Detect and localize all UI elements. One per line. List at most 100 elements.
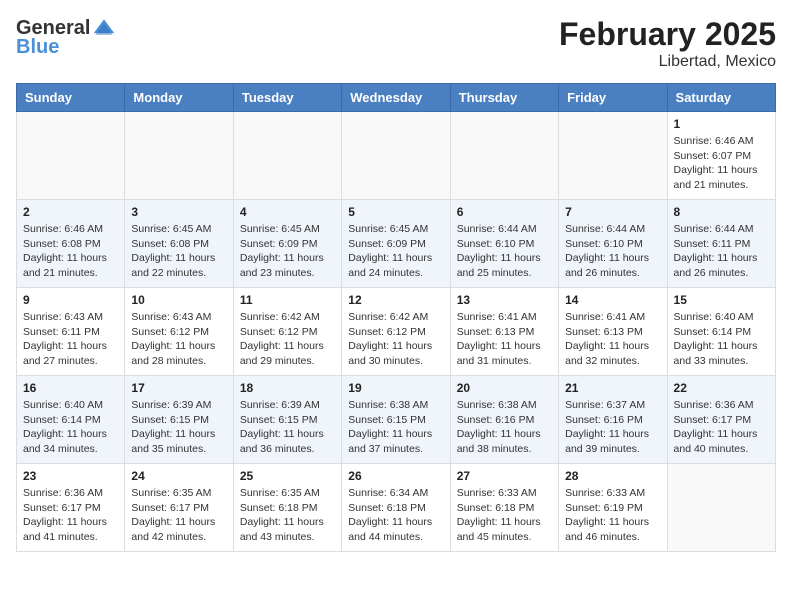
week-row-2: 2 Sunrise: 6:46 AM Sunset: 6:08 PM Daylig… bbox=[17, 200, 776, 288]
day-info: Sunrise: 6:34 AM Sunset: 6:18 PM Dayligh… bbox=[348, 486, 443, 545]
day-number: 5 bbox=[348, 205, 443, 219]
logo-blue: Blue bbox=[16, 36, 116, 58]
day-cell-6: 6 Sunrise: 6:44 AM Sunset: 6:10 PM Daylig… bbox=[450, 200, 558, 288]
day-info: Sunrise: 6:44 AM Sunset: 6:11 PM Dayligh… bbox=[674, 222, 769, 281]
day-cell-8: 8 Sunrise: 6:44 AM Sunset: 6:11 PM Daylig… bbox=[667, 200, 775, 288]
day-number: 24 bbox=[131, 469, 226, 483]
day-info: Sunrise: 6:40 AM Sunset: 6:14 PM Dayligh… bbox=[23, 398, 118, 457]
empty-cell bbox=[342, 112, 450, 200]
day-cell-10: 10Sunrise: 6:43 AM Sunset: 6:12 PM Dayli… bbox=[125, 288, 233, 376]
empty-cell bbox=[233, 112, 341, 200]
day-number: 8 bbox=[674, 205, 769, 219]
day-info: Sunrise: 6:35 AM Sunset: 6:17 PM Dayligh… bbox=[131, 486, 226, 545]
day-number: 19 bbox=[348, 381, 443, 395]
day-number: 14 bbox=[565, 293, 660, 307]
day-info: Sunrise: 6:36 AM Sunset: 6:17 PM Dayligh… bbox=[674, 398, 769, 457]
day-cell-27: 27 Sunrise: 6:33 AM Sunset: 6:18 PM Dayli… bbox=[450, 464, 558, 552]
day-number: 28 bbox=[565, 469, 660, 483]
day-number: 6 bbox=[457, 205, 552, 219]
day-number: 13 bbox=[457, 293, 552, 307]
day-info: Sunrise: 6:45 AM Sunset: 6:09 PM Dayligh… bbox=[348, 222, 443, 281]
day-cell-15: 15Sunrise: 6:40 AM Sunset: 6:14 PM Dayli… bbox=[667, 288, 775, 376]
day-number: 15 bbox=[674, 293, 769, 307]
day-cell-25: 25Sunrise: 6:35 AM Sunset: 6:18 PM Dayli… bbox=[233, 464, 341, 552]
day-cell-23: 23 Sunrise: 6:36 AM Sunset: 6:17 PM Dayli… bbox=[17, 464, 125, 552]
weekday-sunday: Sunday bbox=[17, 84, 125, 112]
day-info: Sunrise: 6:44 AM Sunset: 6:10 PM Dayligh… bbox=[565, 222, 660, 281]
day-cell-5: 5 Sunrise: 6:45 AM Sunset: 6:09 PM Daylig… bbox=[342, 200, 450, 288]
day-cell-20: 20 Sunrise: 6:38 AM Sunset: 6:16 PM Dayli… bbox=[450, 376, 558, 464]
day-info: Sunrise: 6:46 AM Sunset: 6:08 PM Dayligh… bbox=[23, 222, 118, 281]
day-cell-22: 22 Sunrise: 6:36 AM Sunset: 6:17 PM Dayli… bbox=[667, 376, 775, 464]
day-number: 7 bbox=[565, 205, 660, 219]
weekday-tuesday: Tuesday bbox=[233, 84, 341, 112]
day-number: 27 bbox=[457, 469, 552, 483]
day-number: 9 bbox=[23, 293, 118, 307]
day-info: Sunrise: 6:46 AM Sunset: 6:07 PM Dayligh… bbox=[674, 134, 769, 193]
day-cell-28: 28 Sunrise: 6:33 AM Sunset: 6:19 PM Dayli… bbox=[559, 464, 667, 552]
day-cell-13: 13Sunrise: 6:41 AM Sunset: 6:13 PM Dayli… bbox=[450, 288, 558, 376]
day-cell-14: 14Sunrise: 6:41 AM Sunset: 6:13 PM Dayli… bbox=[559, 288, 667, 376]
day-cell-16: 16 Sunrise: 6:40 AM Sunset: 6:14 PM Dayli… bbox=[17, 376, 125, 464]
week-row-4: 16 Sunrise: 6:40 AM Sunset: 6:14 PM Dayli… bbox=[17, 376, 776, 464]
day-number: 1 bbox=[674, 117, 769, 131]
day-number: 21 bbox=[565, 381, 660, 395]
day-info: Sunrise: 6:42 AM Sunset: 6:12 PM Dayligh… bbox=[240, 310, 335, 369]
weekday-header-row: SundayMondayTuesdayWednesdayThursdayFrid… bbox=[17, 84, 776, 112]
day-number: 17 bbox=[131, 381, 226, 395]
day-number: 25 bbox=[240, 469, 335, 483]
empty-cell bbox=[450, 112, 558, 200]
calendar: SundayMondayTuesdayWednesdayThursdayFrid… bbox=[16, 83, 776, 552]
weekday-saturday: Saturday bbox=[667, 84, 775, 112]
week-row-5: 23 Sunrise: 6:36 AM Sunset: 6:17 PM Dayli… bbox=[17, 464, 776, 552]
day-number: 18 bbox=[240, 381, 335, 395]
day-cell-2: 2 Sunrise: 6:46 AM Sunset: 6:08 PM Daylig… bbox=[17, 200, 125, 288]
day-info: Sunrise: 6:45 AM Sunset: 6:09 PM Dayligh… bbox=[240, 222, 335, 281]
day-info: Sunrise: 6:43 AM Sunset: 6:11 PM Dayligh… bbox=[23, 310, 118, 369]
day-info: Sunrise: 6:37 AM Sunset: 6:16 PM Dayligh… bbox=[565, 398, 660, 457]
day-info: Sunrise: 6:45 AM Sunset: 6:08 PM Dayligh… bbox=[131, 222, 226, 281]
week-row-3: 9 Sunrise: 6:43 AM Sunset: 6:11 PM Daylig… bbox=[17, 288, 776, 376]
day-number: 16 bbox=[23, 381, 118, 395]
day-info: Sunrise: 6:38 AM Sunset: 6:15 PM Dayligh… bbox=[348, 398, 443, 457]
day-cell-26: 26 Sunrise: 6:34 AM Sunset: 6:18 PM Dayli… bbox=[342, 464, 450, 552]
page-header: General Blue February 2025 Libertad, Mex… bbox=[16, 16, 776, 71]
day-cell-9: 9 Sunrise: 6:43 AM Sunset: 6:11 PM Daylig… bbox=[17, 288, 125, 376]
day-cell-17: 17 Sunrise: 6:39 AM Sunset: 6:15 PM Dayli… bbox=[125, 376, 233, 464]
day-info: Sunrise: 6:39 AM Sunset: 6:15 PM Dayligh… bbox=[131, 398, 226, 457]
day-number: 22 bbox=[674, 381, 769, 395]
day-cell-1: 1 Sunrise: 6:46 AM Sunset: 6:07 PM Daylig… bbox=[667, 112, 775, 200]
day-number: 26 bbox=[348, 469, 443, 483]
week-row-1: 1 Sunrise: 6:46 AM Sunset: 6:07 PM Daylig… bbox=[17, 112, 776, 200]
day-info: Sunrise: 6:39 AM Sunset: 6:15 PM Dayligh… bbox=[240, 398, 335, 457]
title-block: February 2025 Libertad, Mexico bbox=[559, 16, 776, 71]
day-cell-3: 3 Sunrise: 6:45 AM Sunset: 6:08 PM Daylig… bbox=[125, 200, 233, 288]
day-number: 11 bbox=[240, 293, 335, 307]
day-cell-19: 19 Sunrise: 6:38 AM Sunset: 6:15 PM Dayli… bbox=[342, 376, 450, 464]
day-cell-21: 21 Sunrise: 6:37 AM Sunset: 6:16 PM Dayli… bbox=[559, 376, 667, 464]
day-info: Sunrise: 6:33 AM Sunset: 6:19 PM Dayligh… bbox=[565, 486, 660, 545]
day-info: Sunrise: 6:33 AM Sunset: 6:18 PM Dayligh… bbox=[457, 486, 552, 545]
weekday-thursday: Thursday bbox=[450, 84, 558, 112]
day-cell-7: 7 Sunrise: 6:44 AM Sunset: 6:10 PM Daylig… bbox=[559, 200, 667, 288]
day-info: Sunrise: 6:38 AM Sunset: 6:16 PM Dayligh… bbox=[457, 398, 552, 457]
weekday-friday: Friday bbox=[559, 84, 667, 112]
day-cell-4: 4 Sunrise: 6:45 AM Sunset: 6:09 PM Daylig… bbox=[233, 200, 341, 288]
day-number: 3 bbox=[131, 205, 226, 219]
location: Libertad, Mexico bbox=[559, 53, 776, 71]
day-number: 4 bbox=[240, 205, 335, 219]
empty-cell bbox=[125, 112, 233, 200]
empty-cell bbox=[559, 112, 667, 200]
day-cell-24: 24 Sunrise: 6:35 AM Sunset: 6:17 PM Dayli… bbox=[125, 464, 233, 552]
day-info: Sunrise: 6:42 AM Sunset: 6:12 PM Dayligh… bbox=[348, 310, 443, 369]
day-cell-11: 11 Sunrise: 6:42 AM Sunset: 6:12 PM Dayli… bbox=[233, 288, 341, 376]
day-info: Sunrise: 6:44 AM Sunset: 6:10 PM Dayligh… bbox=[457, 222, 552, 281]
weekday-monday: Monday bbox=[125, 84, 233, 112]
day-number: 23 bbox=[23, 469, 118, 483]
logo: General Blue bbox=[16, 16, 116, 58]
day-number: 20 bbox=[457, 381, 552, 395]
empty-cell bbox=[667, 464, 775, 552]
weekday-wednesday: Wednesday bbox=[342, 84, 450, 112]
day-info: Sunrise: 6:36 AM Sunset: 6:17 PM Dayligh… bbox=[23, 486, 118, 545]
day-number: 2 bbox=[23, 205, 118, 219]
